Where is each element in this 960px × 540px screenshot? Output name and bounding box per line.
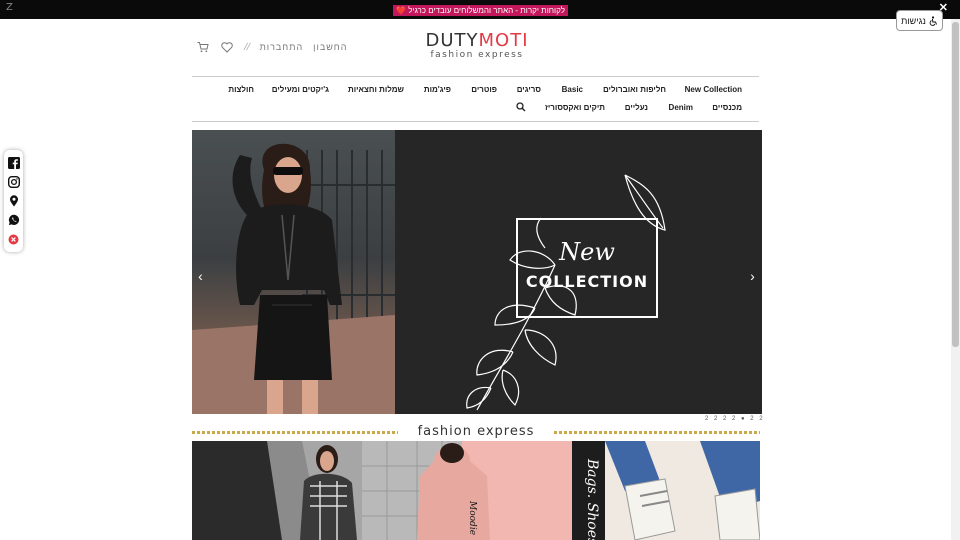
slider-next-button[interactable]: › bbox=[744, 266, 761, 286]
nav-item-sweatshirts[interactable]: פוטרים bbox=[471, 85, 497, 94]
header-separator: // bbox=[242, 41, 252, 53]
category-tile-outfit[interactable] bbox=[192, 441, 362, 540]
nav-item-pajamas[interactable]: פיג'מות bbox=[424, 85, 451, 94]
social-links-panel bbox=[4, 150, 23, 252]
header-user-links: // התחברות החשבון bbox=[196, 40, 347, 54]
hero-model-photo bbox=[192, 130, 395, 414]
scrollbar-thumb[interactable] bbox=[952, 22, 959, 347]
accessibility-label: נגישות bbox=[901, 15, 926, 26]
nav-item-dresses-skirts[interactable]: שמלות וחצאיות bbox=[348, 85, 404, 94]
nav-item-basic[interactable]: Basic bbox=[562, 85, 583, 94]
nav-item-new-collection[interactable]: New Collection bbox=[685, 85, 742, 94]
nav-item-bags-accessories[interactable]: תיקים ואקססוריז bbox=[545, 103, 605, 112]
search-icon[interactable] bbox=[516, 102, 526, 114]
nav-bottom-divider bbox=[192, 121, 759, 122]
banner-dotted-line-left bbox=[192, 431, 398, 434]
bags-shoes-text: Bags. Shoes bbox=[584, 458, 600, 540]
heart-icon: ❤️ bbox=[396, 6, 406, 15]
category-banner-row: Moodie Bags. Shoes bbox=[192, 441, 760, 540]
login-link[interactable]: התחברות bbox=[260, 42, 304, 52]
announcement-bar: Z לקוחות יקרות - האתר והמשלוחים עובדים כ… bbox=[0, 0, 960, 19]
site-logo[interactable]: DUTYMOTI fashion express bbox=[418, 32, 536, 61]
cart-icon[interactable] bbox=[196, 40, 210, 54]
page-scrollbar[interactable] bbox=[951, 19, 960, 540]
slider-prev-button[interactable]: ‹ bbox=[192, 266, 209, 286]
wheelchair-icon bbox=[929, 15, 937, 26]
nav-top-divider bbox=[192, 76, 759, 77]
hoodie-print-text: Moodie bbox=[467, 500, 477, 535]
nav-item-knitwear[interactable]: סריגים bbox=[517, 85, 541, 94]
accessibility-z-icon[interactable]: Z bbox=[6, 2, 13, 13]
accessibility-button[interactable]: נגישות bbox=[896, 10, 943, 31]
nav-item-shoes[interactable]: נעליים bbox=[625, 103, 648, 112]
nav-item-shirts[interactable]: חולצות bbox=[228, 85, 254, 94]
whatsapp-icon[interactable] bbox=[8, 214, 20, 226]
announcement-text: לקוחות יקרות - האתר והמשלוחים עובדים כרג… bbox=[393, 5, 569, 16]
fashion-express-banner: fashion express bbox=[398, 424, 554, 439]
nav-item-jackets-coats[interactable]: ג'יקטים ומעילים bbox=[272, 85, 329, 94]
hero-slider[interactable]: New COLLECTION bbox=[192, 130, 762, 414]
logo-duty: DUTY bbox=[425, 30, 479, 51]
banner-dotted-line-right bbox=[554, 431, 760, 434]
instagram-icon[interactable] bbox=[7, 175, 20, 188]
nav-item-suits[interactable]: חליפות ואוברולים bbox=[603, 85, 666, 94]
wishlist-heart-icon[interactable] bbox=[220, 40, 234, 54]
slider-pagination[interactable]: 2 2 2 2 ● 2 2 bbox=[705, 416, 765, 422]
category-tile-hoodie[interactable]: Moodie bbox=[362, 441, 572, 540]
promo-message: לקוחות יקרות - האתר והמשלוחים עובדים כרג… bbox=[408, 6, 566, 15]
facebook-icon[interactable] bbox=[7, 156, 20, 169]
hero-collection-panel: New COLLECTION bbox=[395, 130, 762, 414]
category-tile-bags-shoes-label[interactable]: Bags. Shoes bbox=[572, 441, 605, 540]
main-nav-row-1: New Collection חליפות ואוברולים Basic סר… bbox=[192, 85, 759, 97]
main-nav-row-2: מכנסיים Denim נעליים תיקים ואקססוריז bbox=[192, 102, 759, 115]
logo-tagline: fashion express bbox=[430, 50, 524, 60]
account-link[interactable]: החשבון bbox=[313, 42, 347, 52]
nav-item-pants[interactable]: מכנסיים bbox=[712, 103, 742, 112]
leaf-branch-illustration bbox=[466, 174, 666, 411]
location-pin-icon[interactable] bbox=[8, 195, 20, 207]
hero-title-script: New bbox=[558, 238, 615, 266]
logo-moti: MOTI bbox=[478, 30, 529, 51]
nav-item-denim[interactable]: Denim bbox=[669, 103, 693, 112]
close-social-panel-icon[interactable] bbox=[8, 233, 20, 245]
category-tile-shoes[interactable] bbox=[605, 441, 760, 540]
